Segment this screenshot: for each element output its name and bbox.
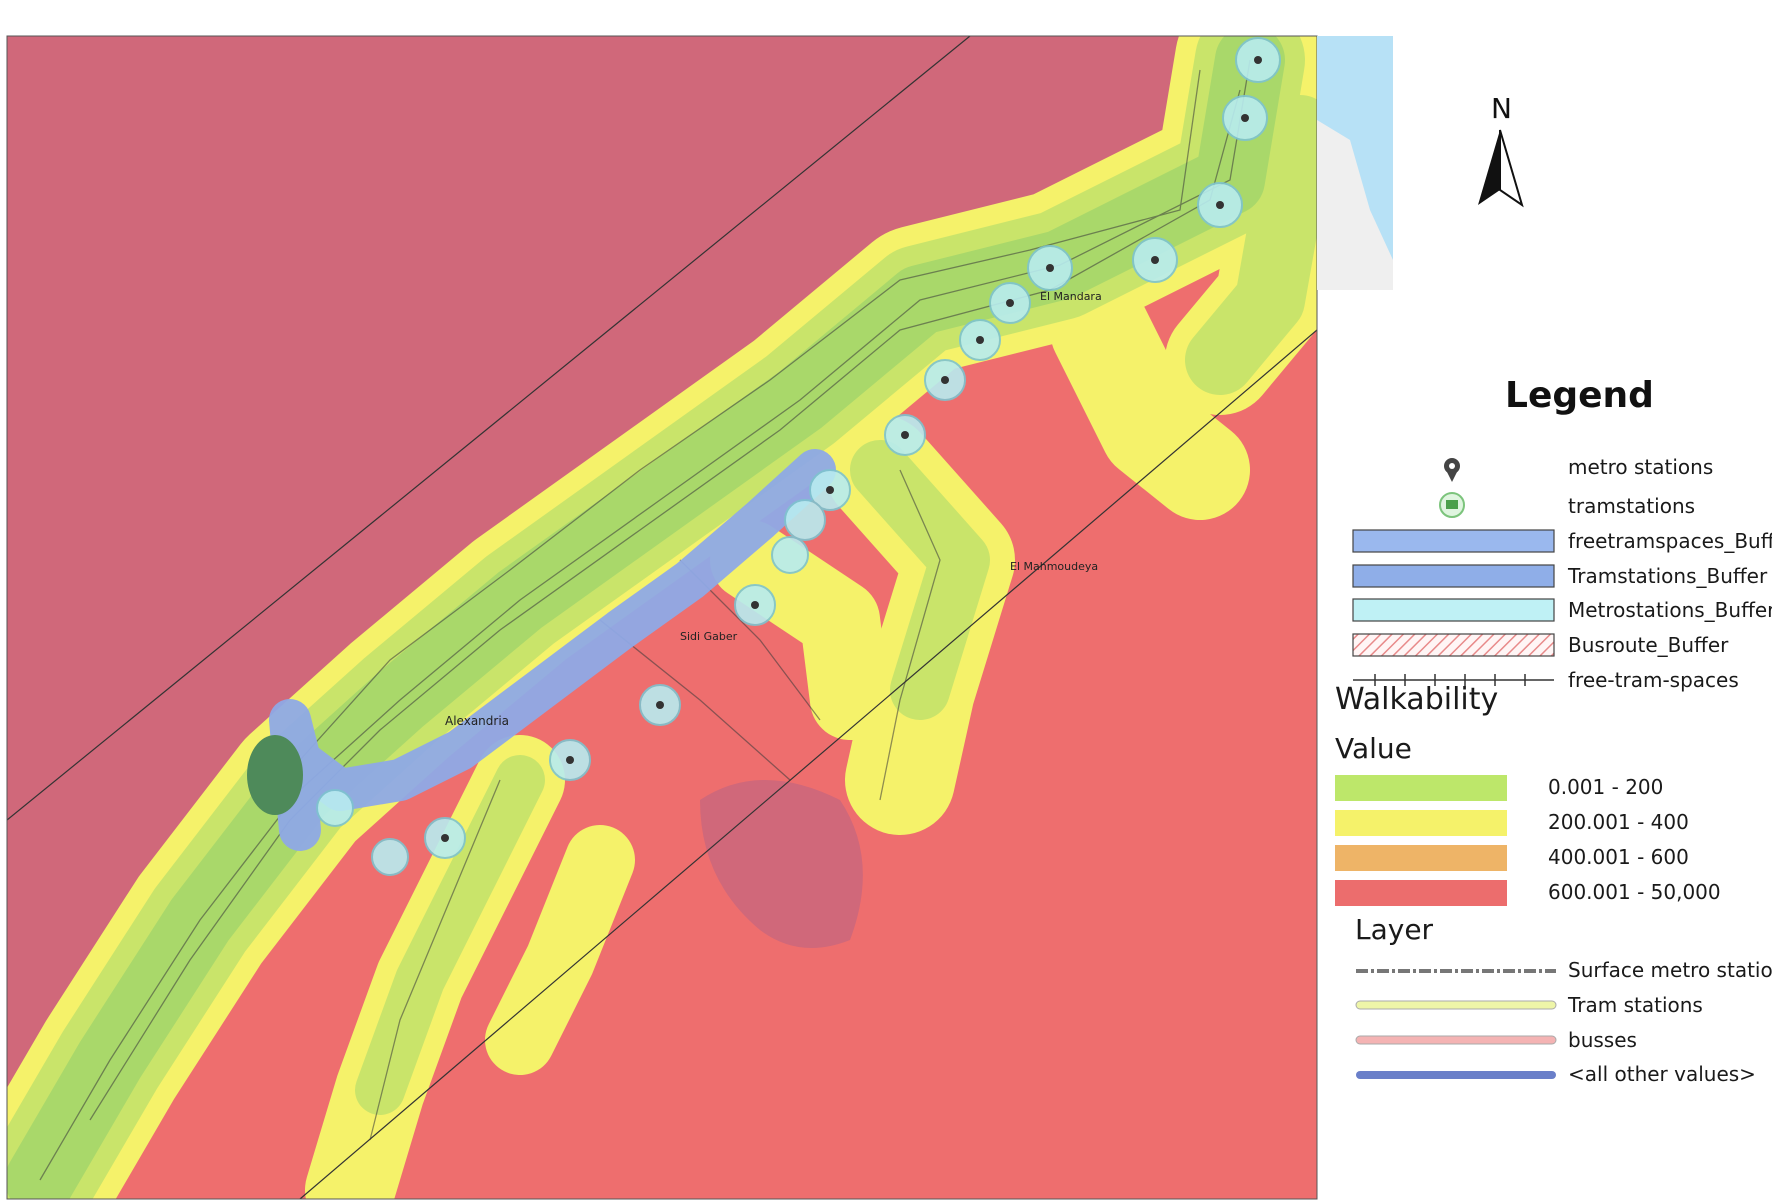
north-label: N <box>1491 92 1512 125</box>
layer-item-tram-stations: Tram stations <box>1568 993 1703 1017</box>
layer-item-busses: busses <box>1568 1028 1637 1052</box>
legend-item-metro-stations: metro stations <box>1568 455 1714 479</box>
walkability-class-label: 200.001 - 400 <box>1548 810 1689 834</box>
legend-title: Legend <box>1505 375 1654 416</box>
legend-item-freetramspaces-buffer: freetramspaces_Buffer <box>1568 529 1772 553</box>
legend-item-busroute-buffer: Busroute_Buffer <box>1568 633 1729 657</box>
map-label: Abu Qir <box>1255 18 1297 31</box>
walkability-map: Alexandria Abu Qir El Mandara Sidi Gaber… <box>6 18 1557 1200</box>
harbour-park <box>247 735 303 815</box>
walkability-class-label: 600.001 - 50,000 <box>1548 880 1721 904</box>
metro-station-pin-icon <box>1444 458 1460 482</box>
walkability-class-label: 400.001 - 600 <box>1548 845 1689 869</box>
walkability-class-swatch <box>1335 845 1507 871</box>
walkability-title: Walkability <box>1335 682 1499 717</box>
walkability-class-swatch <box>1335 775 1507 801</box>
map-label: El Mandara <box>1040 290 1102 303</box>
busroute-buffer-swatch <box>1352 633 1555 657</box>
walkability-subtitle: Value <box>1335 732 1412 765</box>
tram-stations-swatch <box>1355 1000 1557 1010</box>
layer-item-all-other-values: <all other values> <box>1568 1062 1756 1086</box>
walkability-class-label: 0.001 - 200 <box>1548 775 1664 799</box>
legend-item-metrostations-buffer: Metrostations_Buffer <box>1568 598 1772 622</box>
legend-item-free-tram-spaces: free-tram-spaces <box>1568 668 1739 692</box>
legend-item-tramstations: tramstations <box>1568 494 1696 518</box>
legend-item-tramstations-buffer: Tramstations_Buffer <box>1568 564 1768 588</box>
walkability-class-swatch <box>1335 810 1507 836</box>
layer-item-surface-metro: Surface metro stations <box>1568 958 1772 982</box>
map-label: Sidi Gaber <box>680 630 738 643</box>
metrostations-buffer-swatch <box>1352 598 1555 622</box>
walkability-class-swatch <box>1335 880 1507 906</box>
map-label: El Mahmoudeya <box>1010 560 1098 573</box>
map-label: Alexandria <box>445 714 509 728</box>
tramstations-buffer-swatch <box>1352 564 1555 588</box>
north-arrow-icon <box>1478 129 1524 208</box>
all-other-values-swatch <box>1356 1071 1556 1079</box>
freetramspaces-buffer-swatch <box>1352 529 1555 553</box>
layer-title: Layer <box>1355 913 1434 946</box>
busses-swatch <box>1355 1035 1557 1045</box>
tram-station-icon <box>1439 492 1465 518</box>
